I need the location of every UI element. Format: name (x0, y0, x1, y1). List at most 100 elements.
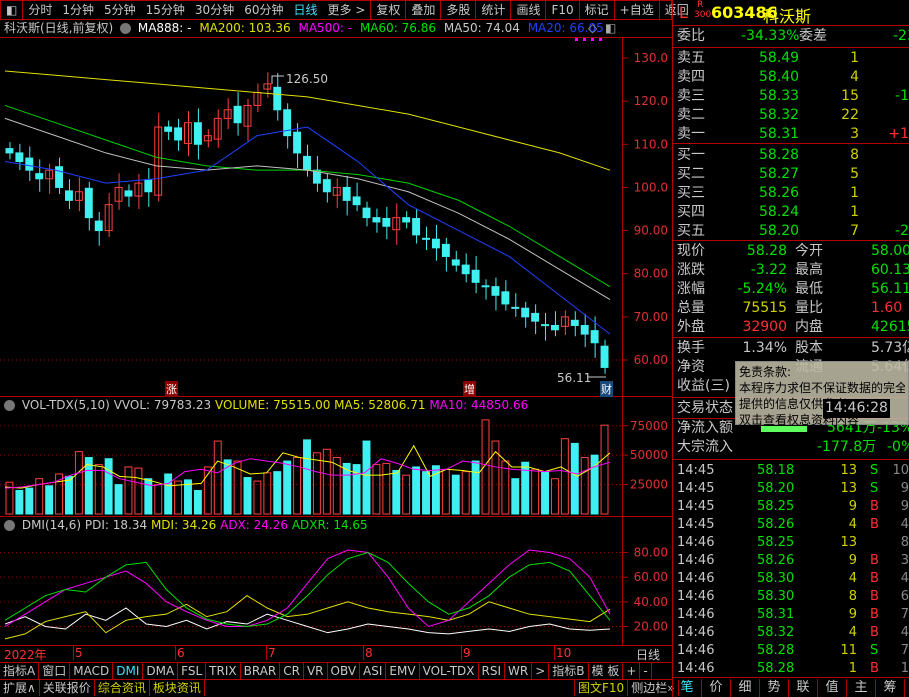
quote-panel: L R 300 603486 科沃斯 委比 -34.33% 委差 -23 卖五 … (672, 0, 909, 697)
bid-row[interactable]: 买四 58.24 1 (677, 203, 909, 222)
indicator-tab[interactable]: ASI (360, 663, 387, 679)
ask-row[interactable]: 卖一 58.31 3 +1 (677, 125, 909, 144)
indicator-tab[interactable]: TRIX (206, 663, 241, 679)
side-tab[interactable]: 细 (731, 679, 760, 697)
candle-body (293, 131, 302, 154)
event-tag-cai[interactable]: 财 (600, 381, 613, 397)
candle-body (55, 166, 64, 188)
ask-row[interactable]: 卖三 58.33 15 -1 (677, 87, 909, 106)
indicator-tab[interactable]: > (532, 663, 550, 679)
indicator-tab[interactable]: 指标A (0, 663, 40, 679)
trade-count: 6 (900, 589, 909, 604)
overlay-button[interactable]: 叠加 (405, 1, 440, 19)
indicator-tab[interactable]: + (623, 663, 641, 679)
candle-body (193, 122, 202, 145)
stat-label: 总量 (677, 300, 705, 316)
panel-toggle-icon[interactable]: ◧ (1, 1, 22, 19)
add-watchlist-button[interactable]: +自选 (613, 1, 659, 19)
adxr-line (4, 551, 611, 628)
trade-row: 14:46 58.31 9 B 7 (677, 605, 909, 624)
volume-bar (570, 442, 579, 515)
related-quotes-tab[interactable]: 关联报价 (40, 680, 95, 696)
volume-bar (312, 452, 321, 515)
indicator-tab[interactable]: 模 板 (589, 663, 624, 679)
price-chart[interactable]: 130.0 120.0 110.0 100.0 90.00 80.00 70.00 60.00 (0, 38, 672, 396)
settings-circle-icon[interactable] (120, 23, 132, 34)
bid-row[interactable]: 买三 58.26 1 (677, 184, 909, 203)
volume-chart[interactable]: 75000 50000 25000 (0, 414, 672, 516)
side-tab[interactable]: 主 (847, 679, 876, 697)
bid-volume: 8 (850, 147, 859, 163)
settings-circle-icon[interactable] (4, 520, 15, 531)
period-tab-15min[interactable]: 15分钟 (141, 1, 190, 19)
side-tab[interactable]: 联 (789, 679, 818, 697)
date-label: 2022年 (4, 648, 47, 662)
indicator-tab[interactable]: MACD (70, 663, 114, 679)
expand-tab[interactable]: 扩展∧ (0, 680, 40, 696)
event-tag-zeng[interactable]: 增 (463, 381, 476, 397)
bid-row[interactable]: 买二 58.27 5 (677, 165, 909, 184)
volume-bar (303, 439, 311, 515)
stat-label: 量比 (795, 300, 823, 316)
trade-time: 14:46 (677, 553, 715, 568)
block-trade-value: -177.8万 (817, 439, 877, 455)
indicator-tab[interactable]: VR (304, 663, 328, 679)
fuquan-button[interactable]: 复权 (370, 1, 405, 19)
period-tab-5min[interactable]: 5分钟 (99, 1, 141, 19)
ask-row[interactable]: 卖二 58.32 22 (677, 106, 909, 125)
candle-body (342, 186, 351, 201)
candle-body (114, 186, 123, 202)
f10-button[interactable]: F10 (545, 1, 578, 19)
indicator-tab[interactable]: VOL-TDX (420, 663, 479, 679)
indicator-tabs: 指标A 窗口 MACD DMI DMA FSL TRIX BRAR CR VR OBV ASI EMV V… (0, 663, 672, 679)
side-tab[interactable]: 值 (818, 679, 847, 697)
trade-time: 14:45 (677, 463, 715, 478)
statistics-button[interactable]: 统计 (475, 1, 510, 19)
indicator-tab[interactable]: DMI (113, 663, 144, 679)
indicator-tab[interactable]: RSI (479, 663, 506, 679)
dmi-chart[interactable]: 80.00 60.00 40.00 20.00 (0, 534, 672, 645)
indicator-tab[interactable]: CR (280, 663, 304, 679)
settings-circle-icon[interactable] (4, 400, 15, 411)
f10-graphic-tab[interactable]: 图文F10 (574, 680, 629, 696)
period-tab-fenshi[interactable]: 分时 (22, 1, 57, 19)
draw-line-button[interactable]: 画线 (510, 1, 545, 19)
side-tab[interactable]: 势 (760, 679, 789, 697)
side-tab[interactable]: 笔 (673, 679, 702, 697)
trade-count: 4 (900, 517, 909, 532)
indicator-tab[interactable]: - (640, 663, 652, 679)
indicator-tab[interactable]: BRAR (241, 663, 281, 679)
period-tab-1min[interactable]: 1分钟 (57, 1, 99, 19)
bid-row[interactable]: 买五 58.20 7 -2 (677, 222, 909, 241)
indicator-tab[interactable]: 窗口 (39, 663, 71, 679)
period-tab-60min[interactable]: 60分钟 (239, 1, 288, 19)
diamond-icon[interactable]: ◇ (588, 20, 597, 37)
panel-toggle-icon[interactable]: ◧ (605, 20, 616, 37)
sector-news-tab[interactable]: 板块资讯 (150, 680, 205, 696)
event-tag-zhang[interactable]: 涨 (165, 381, 178, 397)
indicator-tab[interactable]: FSL (178, 663, 207, 679)
side-tab[interactable]: 价 (702, 679, 731, 697)
trade-volume: 8 (848, 589, 857, 604)
indicator-tab[interactable]: OBV (328, 663, 361, 679)
sidebar-tab[interactable]: 侧边栏» (628, 680, 679, 696)
stock-name: 科沃斯 (763, 7, 812, 26)
multi-stock-button[interactable]: 多股 (440, 1, 475, 19)
period-tab-30min[interactable]: 30分钟 (190, 1, 239, 19)
ask-row[interactable]: 卖五 58.49 1 (677, 49, 909, 68)
indicator-tab[interactable]: 指标B (549, 663, 589, 679)
ask-price: 58.32 (759, 107, 800, 123)
date-label: 8 (363, 646, 373, 660)
price-tick-label: 110.0 (634, 137, 668, 151)
period-tab-daily[interactable]: 日线 (288, 1, 322, 19)
side-tab[interactable]: 筹 (876, 679, 905, 697)
indicator-tab[interactable]: WR (505, 663, 533, 679)
indicator-tab[interactable]: EMV (386, 663, 420, 679)
news-tab[interactable]: 综合资讯 (95, 680, 150, 696)
indicator-tab[interactable]: DMA (143, 663, 179, 679)
period-more-button[interactable]: 更多 > (323, 1, 371, 19)
ask-row[interactable]: 卖四 58.40 4 (677, 68, 909, 87)
trade-price: 58.26 (757, 517, 795, 532)
bid-row[interactable]: 买一 58.28 8 (677, 146, 909, 165)
mark-button[interactable]: 标记 (578, 1, 614, 19)
